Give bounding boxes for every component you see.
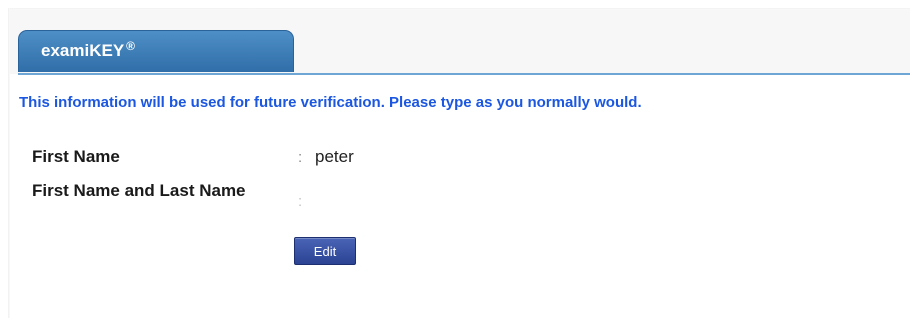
first-name-label: First Name xyxy=(32,147,120,166)
full-name-separator: : xyxy=(298,193,303,210)
tab-examikey[interactable]: examiKEY ® xyxy=(18,30,294,72)
registered-mark: ® xyxy=(126,39,136,53)
verification-notice: This information will be used for future… xyxy=(19,94,642,111)
edit-button[interactable]: Edit xyxy=(294,237,356,265)
tab-title-text: examiKEY xyxy=(41,41,125,60)
examikey-profile-panel: examiKEY ® This information will be used … xyxy=(0,0,910,318)
tab-underline-divider xyxy=(18,73,910,75)
first-name-value: peter xyxy=(315,147,354,166)
tab-title: examiKEY ® xyxy=(41,39,136,61)
full-name-label: First Name and Last Name xyxy=(32,181,246,200)
first-name-separator: : xyxy=(298,149,303,166)
